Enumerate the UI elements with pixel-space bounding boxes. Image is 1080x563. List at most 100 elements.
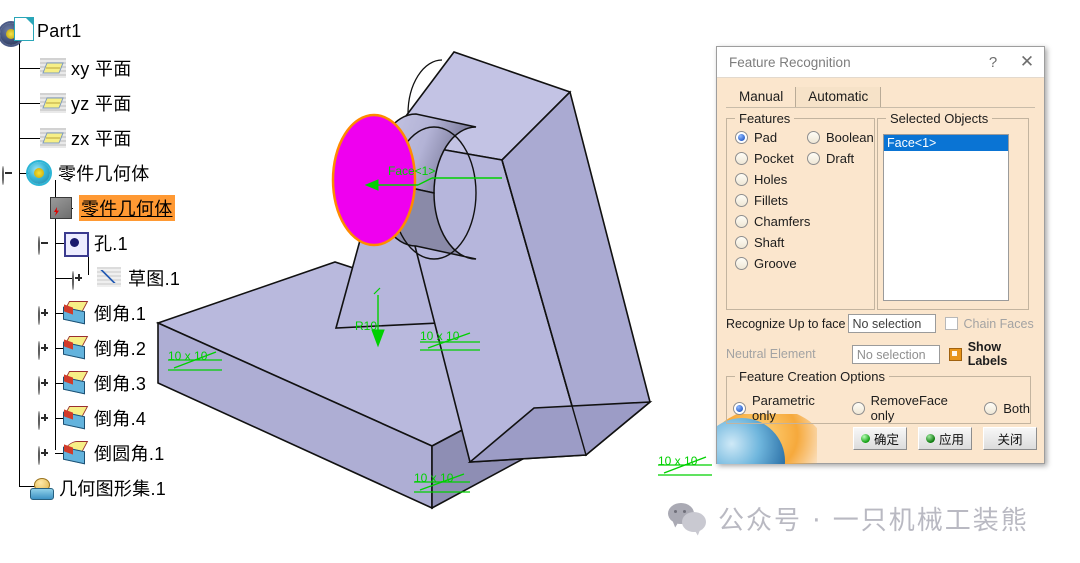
- recognize-up-to-face-label: Recognize Up to face: [726, 316, 846, 331]
- show-labels-label: Show Labels: [967, 340, 1008, 368]
- hole-icon: [63, 231, 89, 257]
- expander-chamfer-3[interactable]: [38, 376, 51, 395]
- tree-item-part1[interactable]: Part1: [0, 16, 82, 46]
- chain-faces-checkbox[interactable]: Chain Faces: [944, 316, 1034, 331]
- tree-item-label: 倒角.1: [94, 304, 147, 324]
- list-item[interactable]: Face<1>: [884, 135, 1008, 151]
- radio-holes[interactable]: Holes: [735, 172, 874, 187]
- 3d-viewport[interactable]: Face<1> R10 10 x 10 10 x 10 10 x 10 10 x…: [150, 30, 770, 560]
- tree-item-label: Part1: [37, 20, 82, 41]
- radio-indicator: [851, 401, 865, 415]
- sidebar-item-hole-1[interactable]: 孔.1: [63, 228, 128, 258]
- expander-hole[interactable]: [38, 236, 51, 255]
- ok-button[interactable]: 确定: [853, 427, 907, 450]
- radio-groove[interactable]: Groove: [735, 256, 874, 271]
- close-icon[interactable]: ✕: [1010, 48, 1044, 76]
- sidebar-item-partbody[interactable]: 零件几何体: [27, 158, 150, 188]
- sidebar-item-xy-plane[interactable]: xy 平面: [40, 53, 132, 83]
- radio-indicator: [984, 401, 998, 415]
- radio-chamfers[interactable]: Chamfers: [735, 214, 874, 229]
- tab-automatic[interactable]: Automatic: [795, 87, 882, 107]
- expander-chamfer-1[interactable]: [38, 306, 51, 325]
- radio-removeface-only[interactable]: RemoveFace only: [851, 393, 973, 423]
- watermark: 公众号 · 一只机械工装熊: [668, 500, 1029, 537]
- dialog-title: Feature Recognition: [729, 54, 851, 70]
- sidebar-item-chamfer-2[interactable]: 倒角.2: [62, 333, 147, 363]
- sidebar-item-yz-plane[interactable]: yz 平面: [40, 88, 132, 118]
- feature-creation-options-legend: Feature Creation Options: [735, 369, 889, 384]
- sidebar-item-chamfer-3[interactable]: 倒角.3: [62, 368, 147, 398]
- radio-fillets[interactable]: Fillets: [735, 193, 874, 208]
- apply-button[interactable]: 应用: [918, 427, 972, 450]
- tree-item-label: zx 平面: [71, 129, 132, 149]
- neutral-element-input[interactable]: No selection: [851, 344, 940, 364]
- part-document-icon: [0, 17, 34, 45]
- tree-branch: [19, 103, 41, 104]
- partbody-gear-icon: [27, 161, 53, 185]
- radio-label: Shaft: [754, 235, 785, 250]
- radio-boolean[interactable]: Boolean: [807, 130, 874, 145]
- radio-label: Boolean: [826, 130, 874, 145]
- radio-draft[interactable]: Draft: [807, 151, 874, 166]
- expander-sketch[interactable]: [72, 271, 85, 290]
- chain-faces-label: Chain Faces: [963, 316, 1034, 331]
- tree-item-label: 倒角.3: [94, 374, 147, 394]
- features-group: Features Pad Pocket Holes Fillets Chamfe…: [726, 111, 875, 310]
- recognize-up-to-face-row: Recognize Up to face No selection Chain …: [726, 314, 1034, 333]
- dialog-tabs: Manual Automatic: [726, 84, 1035, 108]
- tab-manual[interactable]: Manual: [726, 87, 796, 107]
- checkbox-indicator: [944, 317, 958, 330]
- green-ball-icon: [925, 434, 935, 443]
- radio-indicator: [807, 152, 820, 165]
- help-icon[interactable]: ?: [976, 48, 1010, 76]
- radio-indicator: [735, 194, 748, 207]
- radio-label: RemoveFace only: [870, 393, 948, 423]
- expander-partbody[interactable]: [2, 166, 15, 185]
- feature-recognition-dialog[interactable]: Feature Recognition ? ✕ Manual Automatic…: [716, 46, 1045, 464]
- radio-parametric-only[interactable]: Parametric only: [733, 393, 840, 423]
- radio-label: Parametric only: [752, 393, 815, 423]
- sidebar-item-zx-plane[interactable]: zx 平面: [40, 123, 132, 153]
- wechat-icon: [668, 502, 710, 535]
- show-labels-checkbox[interactable]: Show Labels: [948, 340, 1044, 368]
- radio-label: Pocket: [754, 151, 794, 166]
- radio-label: Groove: [754, 256, 797, 271]
- plane-icon: [40, 128, 66, 148]
- radio-label: Both: [1003, 400, 1030, 416]
- tree-branch: [55, 278, 73, 279]
- part-model-graphic: Face<1> R10 10 x 10 10 x 10 10 x 10 10 x…: [155, 51, 712, 510]
- plane-icon: [40, 93, 66, 113]
- watermark-text: 公众号 · 一只机械工装熊: [718, 506, 1029, 536]
- annotation-text: R10: [355, 319, 377, 333]
- fillet-icon: [62, 441, 89, 465]
- expander-fillet-1[interactable]: [38, 446, 51, 465]
- radio-indicator: [733, 401, 746, 415]
- radio-both[interactable]: Both: [984, 401, 1030, 416]
- selected-face-highlight: [331, 113, 417, 247]
- neutral-element-row: Neutral Element No selection Show Labels: [726, 340, 1044, 368]
- sidebar-item-geometrical-set[interactable]: 几何图形集.1: [30, 473, 166, 503]
- plane-icon: [40, 58, 66, 78]
- radio-label: Holes: [754, 172, 788, 187]
- annotation-text: 10 x 10: [168, 349, 208, 363]
- sidebar-item-chamfer-1[interactable]: 倒角.1: [62, 298, 147, 328]
- radio-indicator: [735, 131, 748, 144]
- radio-indicator: [807, 131, 820, 144]
- radio-label: Draft: [826, 151, 855, 166]
- recognize-up-to-face-input[interactable]: No selection: [847, 314, 936, 333]
- chamfer-icon: [62, 371, 89, 395]
- green-ball-icon: [860, 434, 870, 443]
- tree-item-label: 倒角.2: [94, 339, 147, 359]
- annotation-text: 10 x 10: [420, 329, 460, 343]
- sidebar-item-chamfer-4[interactable]: 倒角.4: [62, 403, 146, 433]
- close-button[interactable]: 关闭: [983, 427, 1037, 450]
- dialog-titlebar[interactable]: Feature Recognition ? ✕: [717, 47, 1044, 78]
- radio-shaft[interactable]: Shaft: [735, 235, 874, 250]
- tree-item-label: xy 平面: [71, 59, 132, 79]
- close-button-label: 关闭: [997, 433, 1023, 447]
- selected-objects-listbox[interactable]: Face<1>: [883, 134, 1009, 301]
- expander-chamfer-2[interactable]: [38, 341, 51, 360]
- chamfer-icon: [62, 406, 89, 430]
- expander-chamfer-4[interactable]: [38, 411, 51, 430]
- annotation-text: 10 x 10: [414, 471, 454, 485]
